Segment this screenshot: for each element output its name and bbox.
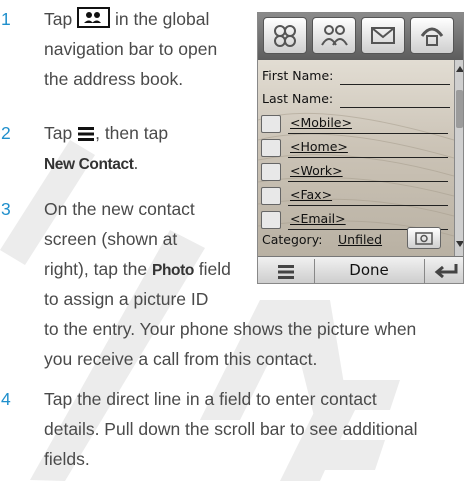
category-label: Category: bbox=[262, 232, 323, 247]
step-2: 2 Tap , then tap New Contact. bbox=[0, 118, 250, 183]
mobile-label: <Mobile> bbox=[290, 115, 352, 130]
work-type-icon bbox=[261, 163, 281, 181]
scroll-thumb[interactable] bbox=[456, 90, 463, 128]
step-number: 1 bbox=[1, 9, 11, 29]
step-text: screen (shown at bbox=[44, 229, 178, 249]
back-button[interactable] bbox=[428, 260, 462, 282]
step-text: you receive a call from this contact. bbox=[44, 349, 318, 369]
step-text: the address book. bbox=[44, 69, 184, 89]
menu-icon bbox=[77, 121, 95, 151]
contacts-icon bbox=[77, 7, 111, 37]
address-book-button[interactable] bbox=[312, 17, 356, 54]
new-contact-label: New Contact bbox=[44, 156, 134, 173]
step-text: field bbox=[198, 259, 231, 279]
photo-field-button[interactable] bbox=[407, 227, 441, 249]
done-button[interactable]: Done bbox=[314, 261, 424, 279]
step-number: 2 bbox=[1, 123, 11, 143]
scroll-down-icon[interactable] bbox=[456, 241, 463, 247]
fax-type-icon bbox=[261, 187, 281, 205]
step-text: to the entry. Your phone shows the pictu… bbox=[44, 319, 417, 339]
step-text: navigation bar to open bbox=[44, 39, 218, 59]
favorites-icon bbox=[274, 25, 296, 47]
global-nav-bar bbox=[258, 13, 463, 60]
fax-field[interactable]: <Fax> bbox=[258, 187, 454, 207]
step-text: Tap the direct line in a field to enter … bbox=[44, 389, 377, 409]
home-field[interactable]: <Home> bbox=[258, 139, 454, 159]
work-field[interactable]: <Work> bbox=[258, 163, 454, 183]
menu-button[interactable] bbox=[266, 263, 306, 281]
scroll-up-icon[interactable] bbox=[456, 66, 463, 72]
step-text: fields. bbox=[44, 449, 90, 469]
last-name-field[interactable]: Last Name: bbox=[258, 91, 454, 109]
photo-label: Photo bbox=[152, 262, 194, 279]
step-text: On the new contact bbox=[44, 199, 195, 219]
step-text: right), tap the bbox=[44, 259, 148, 279]
step-text: Tap bbox=[44, 9, 73, 29]
group-icon bbox=[321, 25, 348, 46]
mobile-field[interactable]: <Mobile> bbox=[258, 115, 454, 135]
home-label: <Home> bbox=[290, 139, 348, 154]
step-number: 4 bbox=[1, 389, 11, 409]
photo-icon bbox=[415, 232, 433, 245]
step-text: in the global bbox=[114, 9, 210, 29]
step-text: . bbox=[133, 153, 139, 173]
step-text: to assign a picture ID bbox=[44, 289, 209, 309]
phone-icon bbox=[420, 27, 444, 46]
step-text: Tap bbox=[44, 123, 73, 143]
back-arrow-icon bbox=[434, 264, 458, 279]
first-name-field[interactable]: First Name: bbox=[258, 68, 454, 86]
phone-button[interactable] bbox=[410, 17, 454, 54]
menu-icon bbox=[278, 265, 294, 279]
last-name-label: Last Name: bbox=[262, 91, 334, 106]
contacts-button[interactable] bbox=[263, 17, 307, 54]
email-label: <Email> bbox=[290, 211, 346, 226]
step-1: 1 Tap in the global navigation bar to op… bbox=[0, 4, 250, 99]
step-number: 3 bbox=[1, 199, 11, 219]
home-type-icon bbox=[261, 139, 281, 157]
bottom-softkey-bar: Done bbox=[258, 256, 463, 283]
step-4: 4 Tap the direct line in a field to ente… bbox=[0, 384, 464, 479]
messages-button[interactable] bbox=[361, 17, 405, 54]
work-label: <Work> bbox=[290, 163, 343, 178]
message-icon bbox=[371, 27, 395, 44]
phone-screen: First Name: Last Name: <Mobile> <Home> <… bbox=[257, 12, 464, 284]
fax-label: <Fax> bbox=[290, 187, 333, 202]
step-text: details. Pull down the scroll bar to see… bbox=[44, 419, 418, 439]
email-type-icon bbox=[261, 211, 281, 229]
first-name-label: First Name: bbox=[262, 68, 334, 83]
step-text: , then tap bbox=[95, 123, 169, 143]
mobile-type-icon bbox=[261, 115, 281, 133]
scroll-bar[interactable] bbox=[454, 60, 463, 256]
category-value: Unfiled bbox=[338, 232, 383, 247]
